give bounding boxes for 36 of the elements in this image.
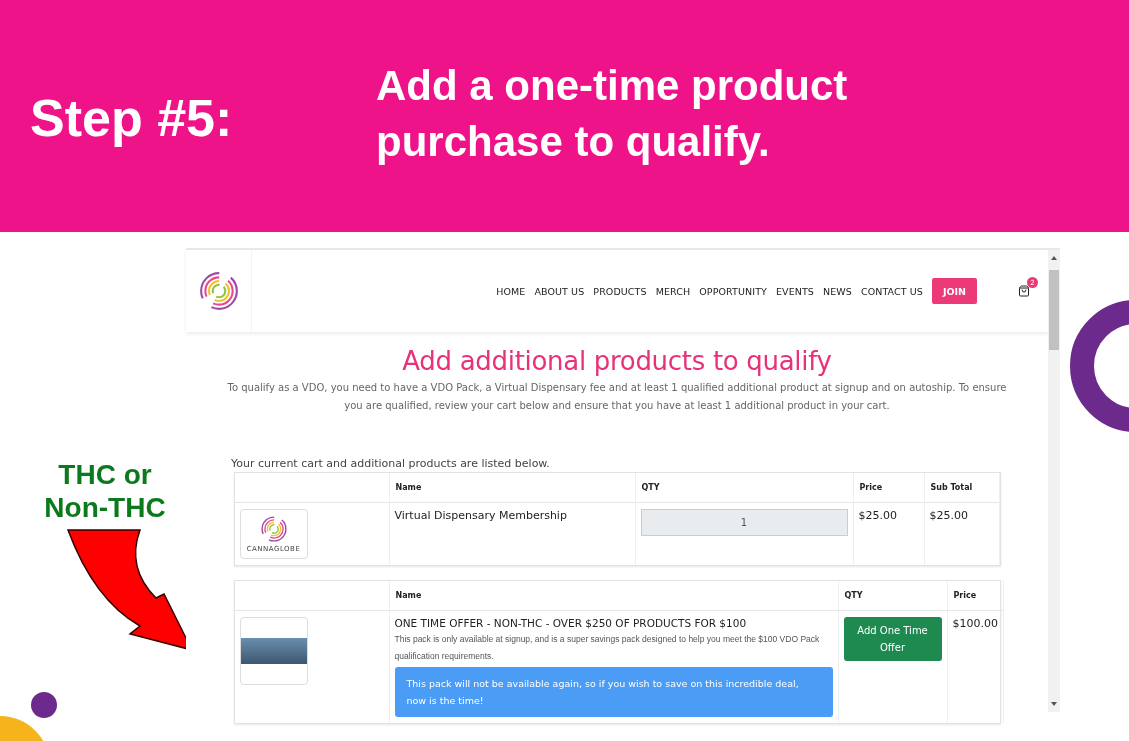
offer-title: ONE TIME OFFER - NON-THC - OVER $250 OF PRODUCTS FOR $100 <box>394 617 748 629</box>
logo-icon <box>259 515 288 543</box>
cart-caption: Your current cart and additional products are listed below. <box>231 457 550 470</box>
offer-notice: This pack will not be available again, so if you wish to save on this incredible deal, now is the time! <box>394 667 833 717</box>
step-title: Step #5: <box>30 88 234 148</box>
column-header: Sub Total <box>924 473 1000 503</box>
join-button[interactable]: JOIN <box>932 278 977 304</box>
column-header: Name <box>389 581 839 611</box>
page-heading: Add additional products to qualify <box>402 346 832 376</box>
slide-headline: Add a one-time product purchase to qualify. <box>376 61 849 167</box>
product-image <box>239 617 308 685</box>
nav-link[interactable]: NEWS <box>823 285 852 297</box>
nav-link[interactable]: HOME <box>496 285 526 297</box>
nav-link[interactable]: OPPORTUNITY <box>699 285 767 297</box>
nav-link[interactable]: CONTACT US <box>860 285 923 297</box>
dot-decoration <box>31 692 57 718</box>
column-header: Price <box>947 581 1004 611</box>
subtotal-text: $25.00 <box>929 509 968 522</box>
nav-link[interactable]: ABOUT US <box>534 285 585 297</box>
logo-icon <box>197 270 240 312</box>
nav-link[interactable]: EVENTS <box>775 285 814 297</box>
column-header: QTY <box>838 581 948 611</box>
nav-link[interactable]: PRODUCTS <box>593 285 647 297</box>
column-header: QTY <box>635 473 854 503</box>
shopping-bag-icon[interactable] <box>1018 285 1030 297</box>
scrollbar[interactable] <box>1048 250 1060 712</box>
column-header: Price <box>853 473 925 503</box>
nav-link[interactable]: MERCH <box>655 285 691 297</box>
price-text: $25.00 <box>858 509 897 522</box>
offer-description: This pack is only available at signup, and is a super savings pack designed to help you meet the $100 VDO Pack qualification requirements. <box>394 633 821 663</box>
add-offer-button[interactable]: Add One Time Offer <box>843 617 942 661</box>
intro-text: To qualify as a VDO, you need to have a VDO Pack, a Virtual Dispensary fee and at least 1 qualified additional product at signup and on autoship. To ensure you are qualified, review your cart below and ensure that you have at least 1 additional product in your cart. <box>227 381 1007 413</box>
column-header: Name <box>389 473 636 503</box>
product-name: Virtual Dispensary Membership <box>394 509 567 522</box>
callout-text: THC or Non-THC <box>43 458 167 524</box>
price-text: $100.00 <box>952 617 998 630</box>
